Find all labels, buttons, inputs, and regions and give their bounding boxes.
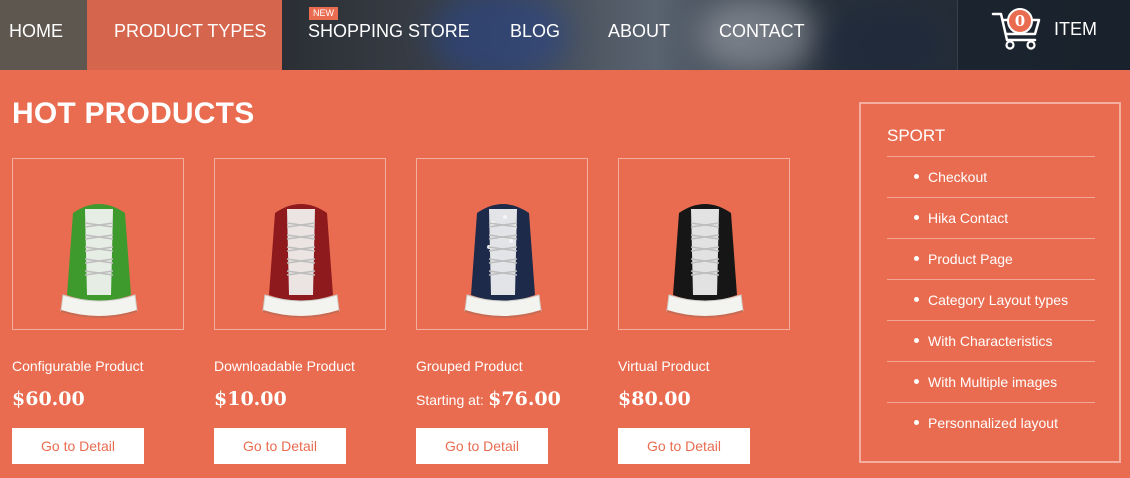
go-to-detail-button[interactable]: Go to Detail — [214, 428, 346, 464]
go-to-detail-button[interactable]: Go to Detail — [416, 428, 548, 464]
cart-label: ITEM — [1054, 19, 1097, 39]
product-image-frame[interactable] — [416, 158, 588, 330]
sidebar-item-label: Product Page — [928, 251, 1013, 267]
sidebar-item-personnalized-layout[interactable]: Personnalized layout — [887, 403, 1095, 444]
stars-sneaker-image — [464, 204, 542, 318]
sidebar-item-label: Hika Contact — [928, 210, 1009, 226]
product-price-row: $60.00 — [12, 388, 85, 410]
product-price: $80.00 — [618, 388, 691, 410]
product-card: Downloadable Product $10.00 Go to Detail — [214, 158, 386, 464]
bullet-icon — [914, 174, 919, 179]
product-price-row: $10.00 — [214, 388, 287, 410]
product-image-frame[interactable] — [214, 158, 386, 330]
go-to-detail-button[interactable]: Go to Detail — [618, 428, 750, 464]
top-navigation: HOME PRODUCT TYPES SHOPPING STORE NEW BL… — [0, 0, 1130, 70]
product-price: $76.00 — [488, 388, 561, 410]
nav-item-about[interactable]: ABOUT — [608, 0, 670, 70]
nav-item-blog[interactable]: BLOG — [510, 0, 560, 70]
sidebar-menu: SPORT Checkout Hika Contact Product Page… — [859, 102, 1121, 463]
sidebar-title: SPORT — [887, 126, 946, 145]
product-image-frame[interactable] — [618, 158, 790, 330]
sidebar-item-with-multiple-images[interactable]: With Multiple images — [887, 362, 1095, 403]
cart-count-badge: 0 — [1007, 8, 1033, 34]
nav-item-home[interactable]: HOME — [0, 0, 87, 70]
sidebar-item-label: With Multiple images — [928, 374, 1058, 390]
black-sneaker-image — [666, 204, 744, 318]
product-price-row: Starting at: $76.00 — [416, 388, 561, 410]
sidebar-item-hika-contact[interactable]: Hika Contact — [887, 198, 1095, 239]
green-sneaker-image — [60, 204, 138, 318]
cart-button[interactable]: 0 ITEM — [957, 0, 1130, 70]
bullet-icon — [914, 338, 919, 343]
sidebar-list: Checkout Hika Contact Product Page Categ… — [887, 156, 1095, 444]
bullet-icon — [914, 297, 919, 302]
sidebar-item-label: Category Layout types — [928, 292, 1069, 308]
product-price: $10.00 — [214, 388, 287, 410]
product-name[interactable]: Downloadable Product — [214, 358, 355, 374]
product-image-frame[interactable] — [12, 158, 184, 330]
nav-background-blur — [820, 10, 940, 70]
product-price-row: $80.00 — [618, 388, 691, 410]
red-sneaker-image — [262, 204, 340, 318]
product-card: Virtual Product $80.00 Go to Detail — [618, 158, 790, 464]
bullet-icon — [914, 256, 919, 261]
nav-item-product-types[interactable]: PRODUCT TYPES — [87, 0, 282, 70]
product-price: $60.00 — [12, 388, 85, 410]
product-card: Configurable Product $60.00 Go to Detail — [12, 158, 184, 464]
price-starting-label: Starting at: — [416, 392, 484, 408]
sidebar-item-product-page[interactable]: Product Page — [887, 239, 1095, 280]
product-name[interactable]: Configurable Product — [12, 358, 144, 374]
new-badge: NEW — [309, 7, 338, 20]
bullet-icon — [914, 420, 919, 425]
go-to-detail-button[interactable]: Go to Detail — [12, 428, 144, 464]
sidebar-item-label: Personnalized layout — [928, 415, 1058, 431]
product-name[interactable]: Virtual Product — [618, 358, 710, 374]
section-title: HOT PRODUCTS — [12, 97, 255, 130]
product-card: Grouped Product Starting at: $76.00 Go to … — [416, 158, 588, 464]
sidebar-item-with-characteristics[interactable]: With Characteristics — [887, 321, 1095, 362]
bullet-icon — [914, 379, 919, 384]
product-name[interactable]: Grouped Product — [416, 358, 523, 374]
nav-item-contact[interactable]: CONTACT — [719, 0, 805, 70]
bullet-icon — [914, 215, 919, 220]
sidebar-item-label: Checkout — [928, 169, 988, 185]
sidebar-item-label: With Characteristics — [928, 333, 1053, 349]
sidebar-item-category-layout-types[interactable]: Category Layout types — [887, 280, 1095, 321]
sidebar-item-checkout[interactable]: Checkout — [887, 157, 1095, 198]
